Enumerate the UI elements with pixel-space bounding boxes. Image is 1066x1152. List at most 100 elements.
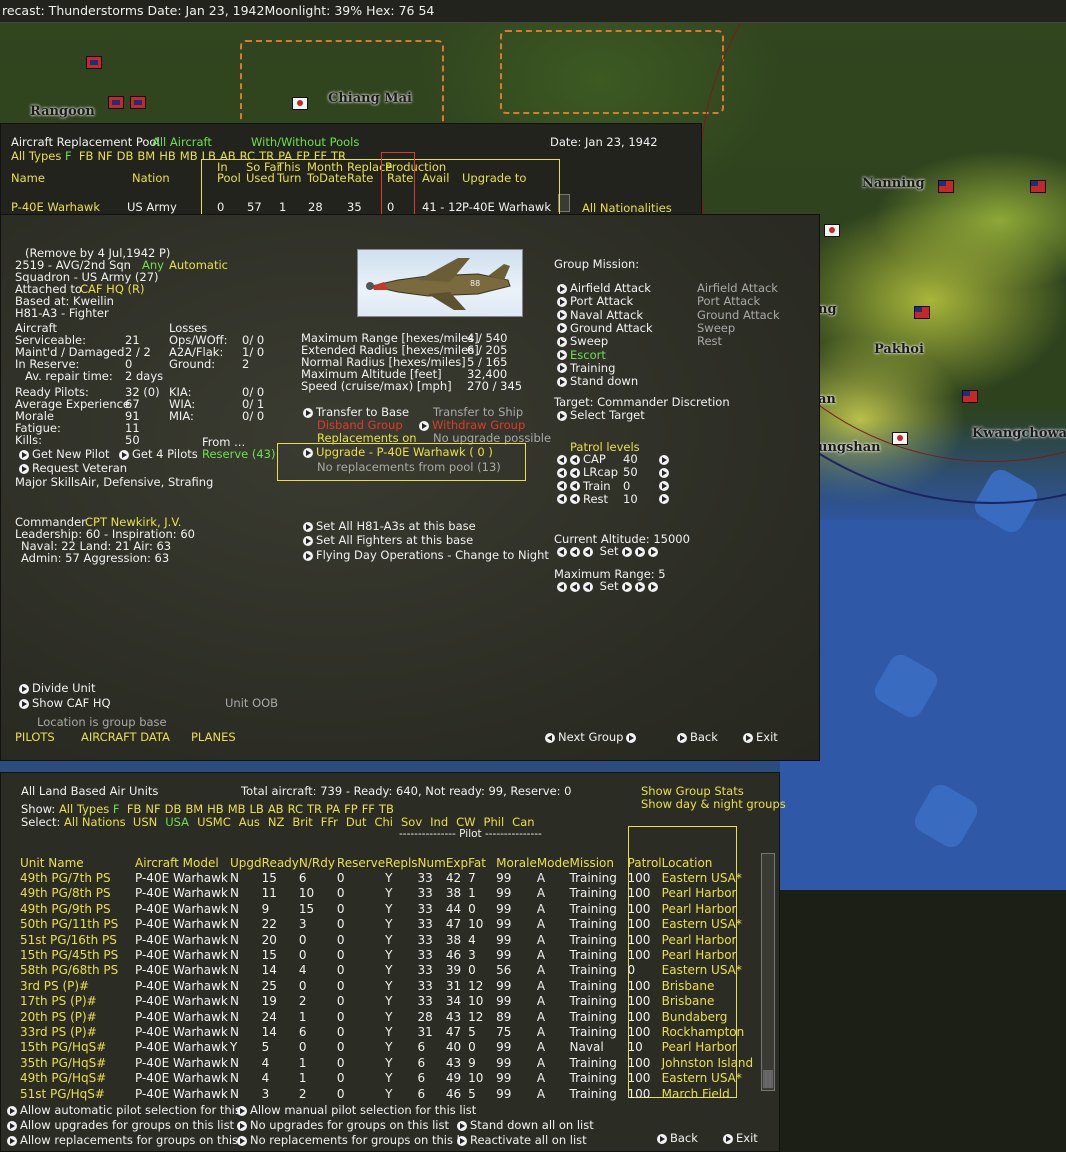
table-cell[interactable]: Eastern USA* <box>662 963 772 978</box>
arrow-left-icon[interactable] <box>570 467 580 478</box>
type-filter-fb[interactable]: FB <box>127 802 142 816</box>
city-pakhoi[interactable]: Pakhoi <box>874 342 924 357</box>
table-row[interactable]: 33rd PS (P)# P-40E Warhawk N 14 6 0 Y 31 47 5 75 A T… <box>20 1024 772 1039</box>
table-row[interactable]: 58th PG/68th PS P-40E Warhawk N 14 4 0 Y 33 39 0 5… <box>20 963 772 978</box>
all-types-filter[interactable]: All Types <box>59 802 109 816</box>
column-header[interactable]: Mission <box>570 855 628 870</box>
exit-button[interactable]: Exit <box>743 730 778 744</box>
arrow-left-icon[interactable] <box>570 546 580 557</box>
arrow-left-icon[interactable] <box>583 581 593 592</box>
column-header[interactable]: Fat <box>468 855 496 870</box>
mission-sweep[interactable]: Sweep <box>557 334 608 348</box>
arrow-right-icon[interactable] <box>622 581 633 592</box>
japan-flag-icon[interactable] <box>892 432 908 445</box>
divide-unit-button[interactable]: Divide Unit <box>19 681 96 695</box>
mission-escort[interactable]: Escort <box>557 348 606 362</box>
set-all-fighters-button[interactable]: Set All Fighters at this base <box>303 533 473 547</box>
get-4-pilots-button[interactable]: Get 4 Pilots <box>119 447 198 461</box>
japan-flag-icon[interactable] <box>292 97 308 110</box>
nation-filter-usa[interactable]: USA <box>165 815 189 829</box>
nation-filter-ffr[interactable]: FFr <box>321 815 338 829</box>
nation-filter-phil[interactable]: Phil <box>484 815 505 829</box>
column-header[interactable]: Aircraft Model <box>135 855 230 870</box>
table-cell[interactable]: March Field <box>662 1086 772 1101</box>
table-row[interactable]: 20th PS (P)# P-40E Warhawk N 24 1 0 Y 28 43 12 89 A… <box>20 1009 772 1024</box>
transfer-base-button[interactable]: Transfer to Base <box>303 405 409 419</box>
nation-filter-sov[interactable]: Sov <box>401 815 422 829</box>
list-back-button[interactable]: Back <box>657 1131 698 1145</box>
type-filter-ff[interactable]: FF <box>362 802 375 816</box>
footer-action-2-1[interactable]: No replacements for groups on this l <box>237 1133 460 1147</box>
types-filter-list[interactable]: FB NF DB BM HB MB LB AB RC TR PA FP FF TB <box>127 802 398 816</box>
city-partial-ng[interactable]: ng <box>818 302 837 317</box>
transfer-ship-button[interactable]: Transfer to Ship <box>433 405 523 419</box>
patrol-row-rest[interactable]: Rest 10 <box>557 492 672 506</box>
type-filter-rc[interactable]: RC <box>288 802 303 816</box>
unit-name-cell[interactable]: 49th PG/7th PS <box>20 870 135 885</box>
nation-filter-dut[interactable]: Dut <box>346 815 367 829</box>
range-controls[interactable]: Set <box>557 579 661 593</box>
arrow-right-icon[interactable] <box>659 454 669 465</box>
table-row[interactable]: 15th PG/HqS# P-40E Warhawk Y 5 0 0 Y 6 40 0 99 A Nav… <box>20 1040 772 1055</box>
arrow-left-icon[interactable] <box>583 546 593 557</box>
table-cell[interactable]: Rockhampton <box>662 1024 772 1039</box>
type-filter-hb[interactable]: HB <box>159 149 176 163</box>
show-day-night[interactable]: Show day & night groups <box>641 797 786 811</box>
mission-training[interactable]: Training <box>557 361 615 375</box>
footer-action-1-2[interactable]: Stand down all on list <box>457 1118 594 1132</box>
arrow-right-icon[interactable] <box>648 581 659 592</box>
city-rangoon[interactable]: Rangoon <box>30 104 95 119</box>
footer-action-2-2[interactable]: Reactivate all on list <box>457 1133 587 1147</box>
filter-all-aircraft[interactable]: All Aircraft <box>152 135 212 149</box>
all-nationalities-button[interactable]: All Nationalities <box>582 201 672 215</box>
table-cell[interactable]: Brisbane <box>662 994 772 1009</box>
type-filter-pa[interactable]: PA <box>326 802 340 816</box>
japan-flag-icon[interactable] <box>824 224 840 237</box>
mission-stand-down[interactable]: Stand down <box>557 374 638 388</box>
unit-name-cell[interactable]: 3rd PS (P)# <box>20 978 135 993</box>
unit-name-cell[interactable]: 50th PG/11th PS <box>20 917 135 932</box>
unit-name-cell[interactable]: 49th PG/HqS# <box>20 1070 135 1085</box>
altitude-controls[interactable]: Set <box>557 544 661 558</box>
set-all-h81-button[interactable]: Set All H81-A3s at this base <box>303 519 476 533</box>
nation-filter-brit[interactable]: Brit <box>292 815 312 829</box>
unit-name-cell[interactable]: 51st PG/16th PS <box>20 932 135 947</box>
patrol-row-lrcap[interactable]: LRcap 50 <box>557 465 672 479</box>
types-all[interactable]: All Types <box>11 149 61 163</box>
china-flag-icon[interactable] <box>962 390 978 403</box>
uk-flag-icon[interactable] <box>108 96 124 109</box>
table-row[interactable]: 49th PG/7th PS P-40E Warhawk N 15 6 0 Y 33 42 7 99… <box>20 870 772 885</box>
arrow-right-icon[interactable] <box>648 546 659 557</box>
pool-row-name[interactable]: P-40E Warhawk <box>11 200 100 214</box>
nation-filter-cw[interactable]: CW <box>456 815 475 829</box>
city-chiang-mai[interactable]: Chiang Mai <box>328 91 412 106</box>
unit-name-cell[interactable]: 35th PG/HqS# <box>20 1055 135 1070</box>
table-cell[interactable]: Pearl Harbor <box>662 901 772 916</box>
unit-name-cell[interactable]: 20th PS (P)# <box>20 1009 135 1024</box>
nation-filter-usn[interactable]: USN <box>133 815 157 829</box>
show-group-stats[interactable]: Show Group Stats <box>641 784 744 798</box>
nation-filter-chi[interactable]: Chi <box>374 815 393 829</box>
type-filter-bm[interactable]: BM <box>137 149 155 163</box>
patrol-row-train[interactable]: Train 0 <box>557 479 672 493</box>
unit-name-cell[interactable]: 15th PG/HqS# <box>20 1040 135 1055</box>
footer-action-1-0[interactable]: Allow upgrades for groups on this list <box>7 1118 234 1132</box>
filter-pools[interactable]: With/Without Pools <box>251 135 359 149</box>
unit-oob-button[interactable]: Unit OOB <box>225 696 278 710</box>
tab-planes[interactable]: PLANES <box>191 730 236 744</box>
type-filter-mb[interactable]: MB <box>180 149 198 163</box>
set-altitude-label[interactable]: Set <box>600 544 619 558</box>
nation-filter-can[interactable]: Can <box>512 815 534 829</box>
types-f[interactable]: F <box>65 149 72 163</box>
table-row[interactable]: 3rd PS (P)# P-40E Warhawk N 25 0 0 Y 33 31 12 99 A T… <box>20 978 772 993</box>
type-filter-tr[interactable]: TR <box>307 802 322 816</box>
type-filter-mb[interactable]: MB <box>228 802 246 816</box>
arrow-right-icon[interactable] <box>622 546 633 557</box>
type-filter-bm[interactable]: BM <box>185 802 203 816</box>
column-header[interactable]: Morale <box>496 855 537 870</box>
nations-filter-list[interactable]: USN USA USMC Aus NZ Brit FFr Dut Chi Sov Ind CW Phil… <box>133 815 543 829</box>
city-nanning[interactable]: Nanning <box>862 176 925 191</box>
arrow-left-icon[interactable] <box>557 494 567 505</box>
footer-action-0-1[interactable]: Allow manual pilot selection for this li… <box>237 1103 476 1117</box>
table-cell[interactable]: Eastern USA* <box>662 1070 772 1085</box>
